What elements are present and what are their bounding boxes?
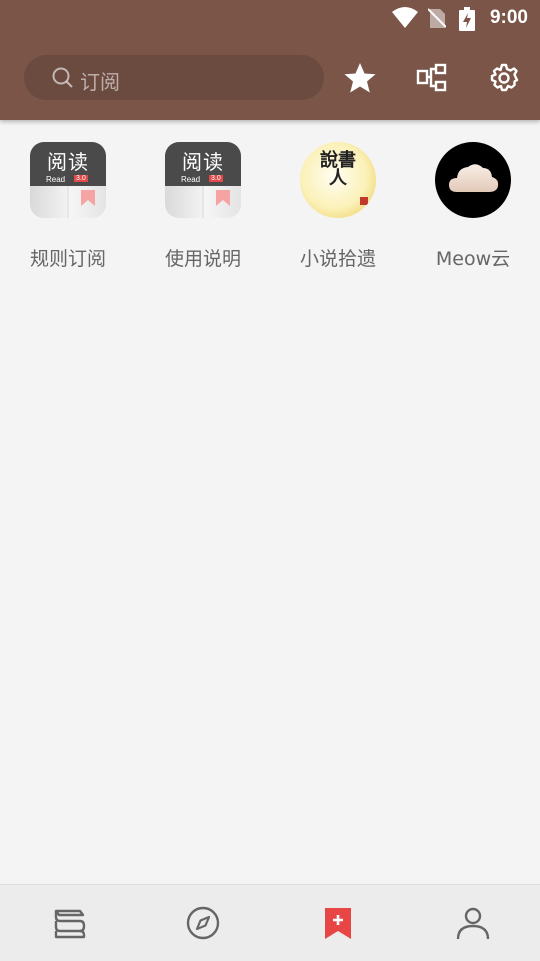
- compass-icon: [186, 906, 220, 940]
- yuedu-book-icon: 阅读 Read 3.0: [165, 142, 241, 218]
- subscription-label: 小说拾遗: [299, 248, 376, 270]
- settings-button[interactable]: [486, 60, 522, 96]
- bookshelf-icon: [54, 909, 86, 939]
- star-icon: [344, 63, 376, 93]
- search-input[interactable]: 订阅: [24, 55, 324, 100]
- battery-charging-icon: [459, 7, 475, 31]
- no-sim-icon: [428, 8, 446, 28]
- nav-discover[interactable]: [135, 885, 270, 961]
- bookmark-add-icon: [325, 908, 351, 939]
- subscription-label: 规则订阅: [29, 248, 106, 270]
- person-icon: [456, 907, 490, 940]
- search-icon: [52, 67, 73, 88]
- yuedu-book-icon: 阅读 Read 3.0: [30, 142, 106, 218]
- app-bar: 9:00 订阅: [0, 0, 540, 120]
- rule-subscription-button[interactable]: [414, 60, 450, 96]
- search-placeholder: 订阅: [80, 70, 120, 94]
- rule-tree-icon: [416, 63, 447, 92]
- subscription-item-guide[interactable]: 阅读 Read 3.0 使用说明: [138, 142, 268, 271]
- subscription-label: Meow云: [435, 248, 511, 270]
- bottom-navigation: [0, 884, 540, 961]
- subscription-label: 使用说明: [164, 248, 241, 270]
- subscription-item-novel[interactable]: 說書人 小说拾遗: [273, 142, 403, 271]
- nav-profile[interactable]: [405, 885, 540, 961]
- nav-bookshelf[interactable]: [0, 885, 135, 961]
- subscription-item-rules[interactable]: 阅读 Read 3.0 规则订阅: [3, 142, 133, 271]
- status-time: 9:00: [489, 7, 528, 28]
- favorites-button[interactable]: [342, 60, 378, 96]
- cloud-icon: [435, 142, 511, 218]
- nav-subscription[interactable]: [270, 885, 405, 961]
- shuoshuren-icon: 說書人: [300, 142, 376, 218]
- subscription-item-meow[interactable]: Meow云: [408, 142, 538, 271]
- wifi-icon: [392, 7, 418, 28]
- gear-icon: [490, 63, 519, 92]
- status-bar: 9:00: [0, 0, 540, 36]
